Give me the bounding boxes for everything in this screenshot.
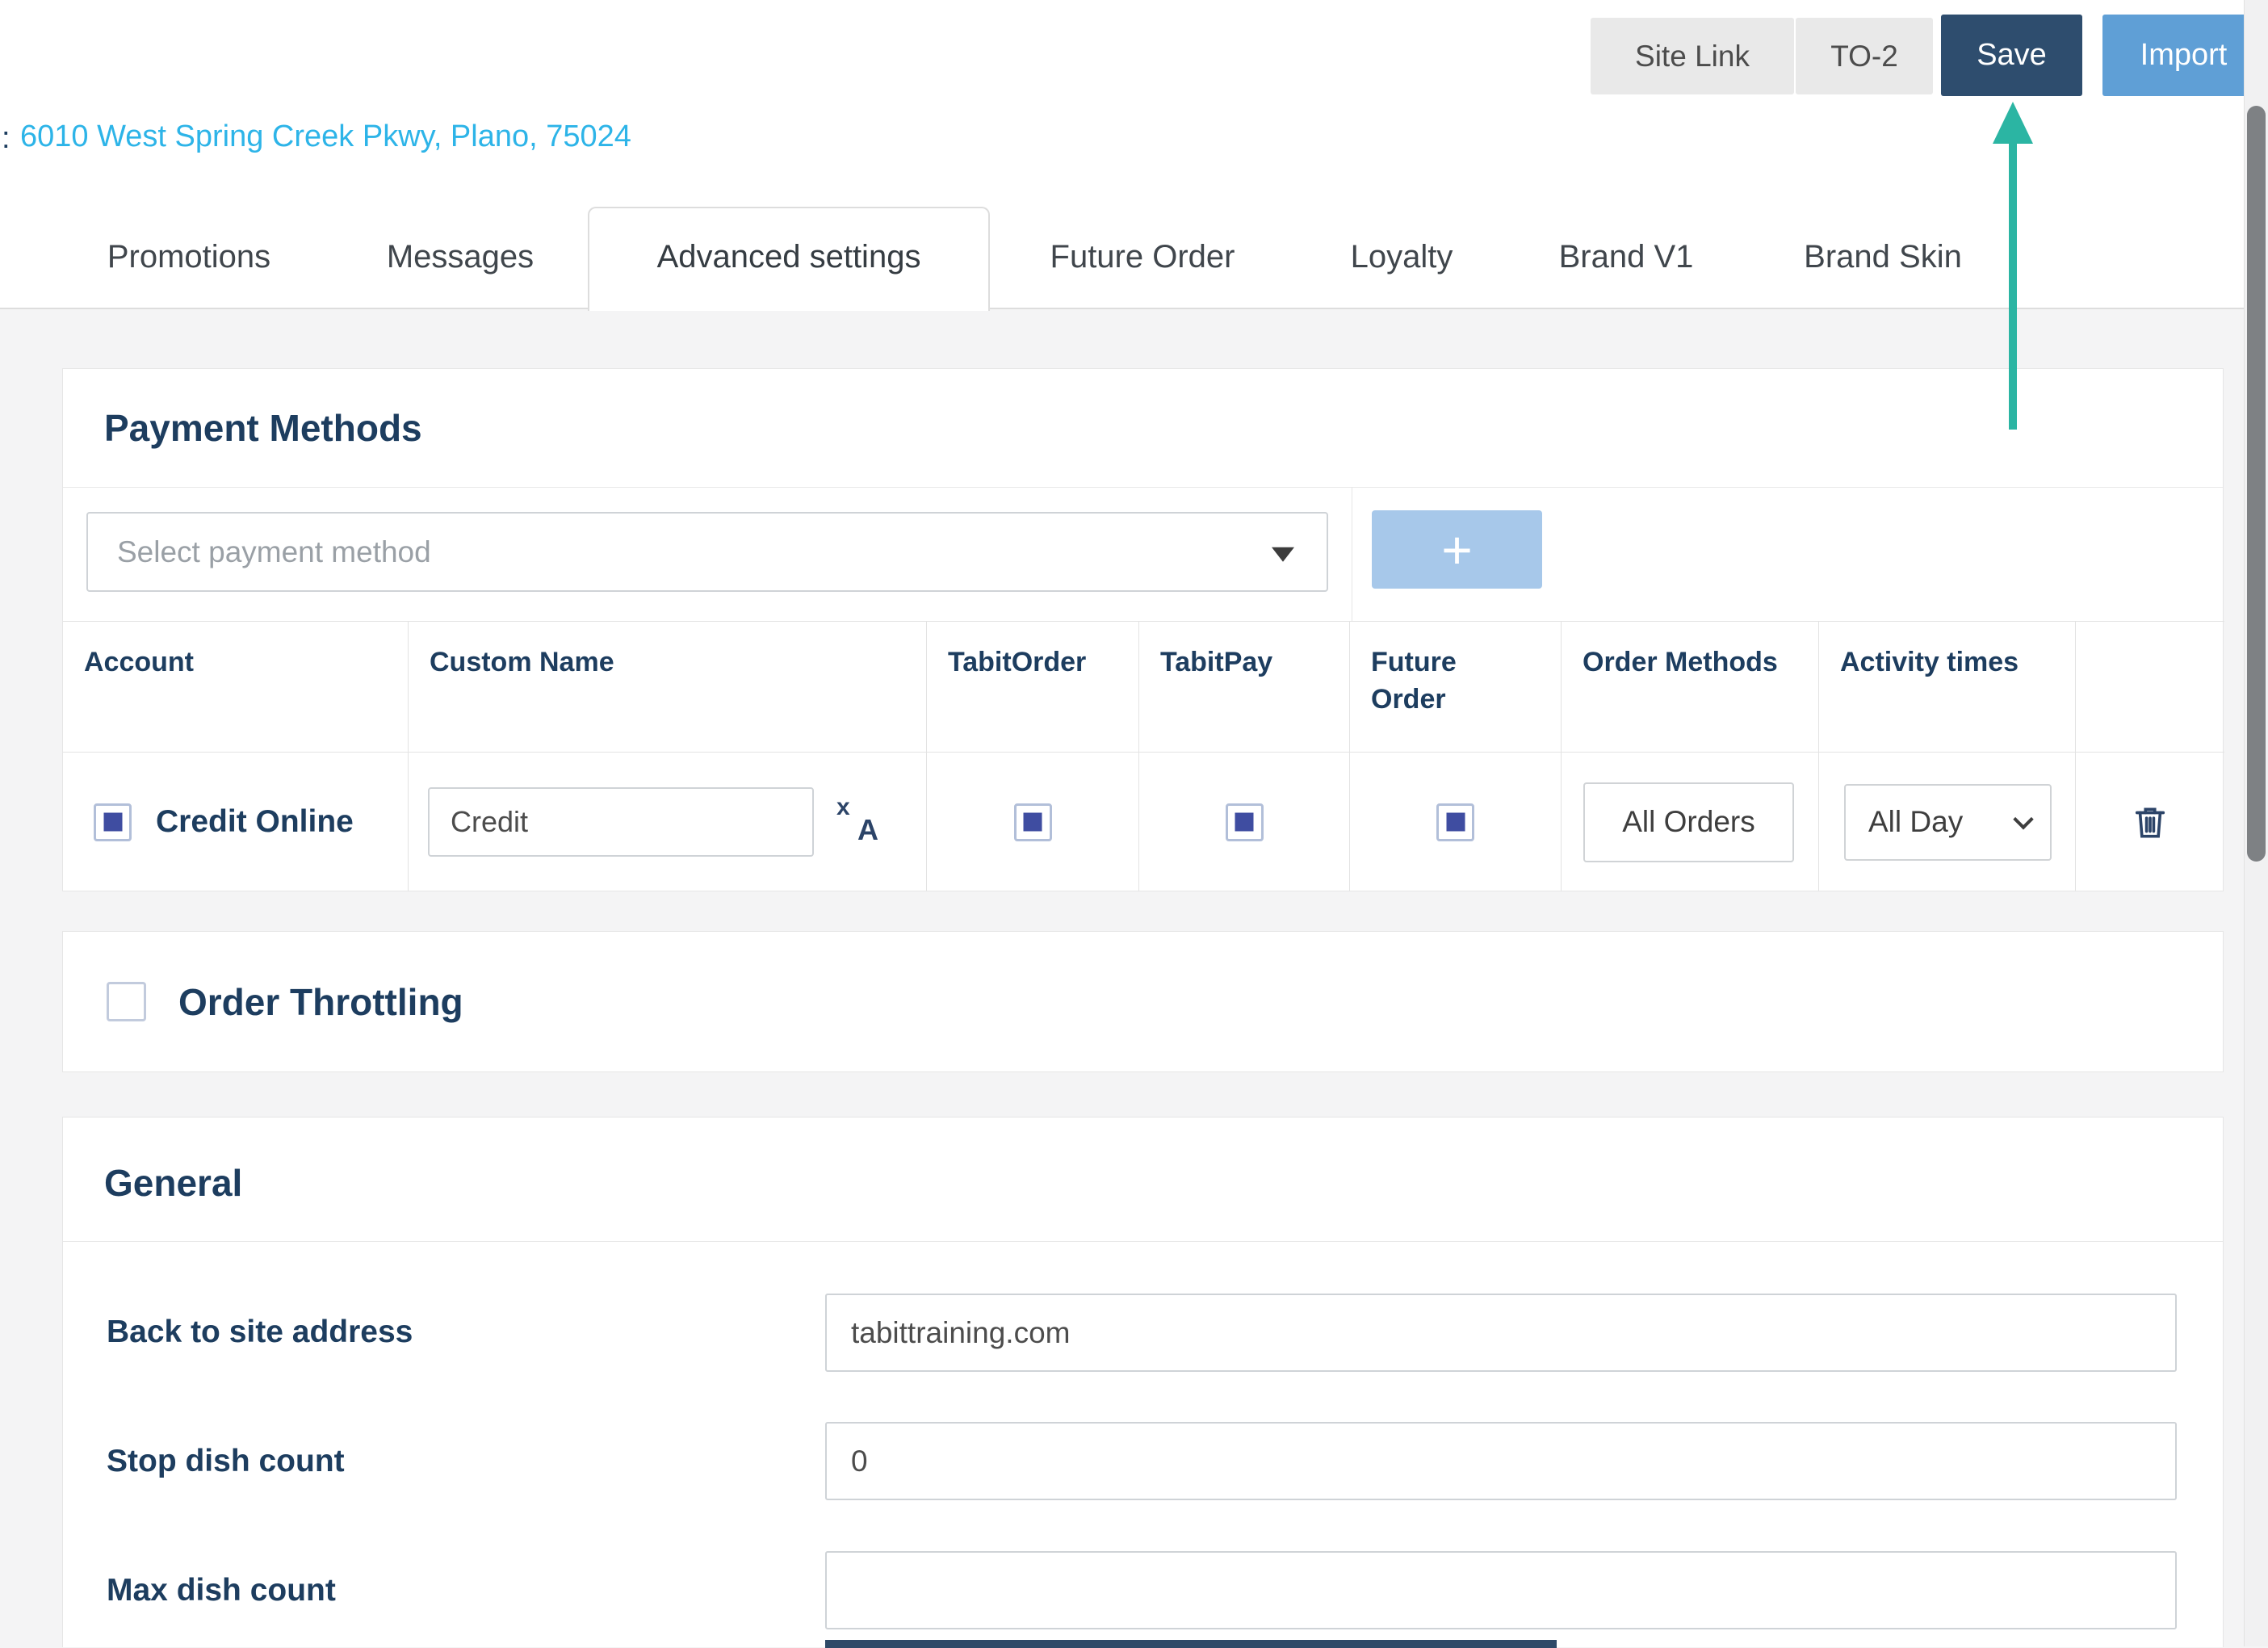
payment-method-placeholder: Select payment method	[117, 535, 431, 569]
save-button[interactable]: Save	[1941, 15, 2082, 96]
table-row-activity-times-cell: All Day	[1819, 753, 2076, 891]
order-throttling-card: Order Throttling	[62, 931, 2224, 1072]
tab-future-order[interactable]: Future Order	[1050, 239, 1235, 275]
divider	[63, 1241, 2223, 1242]
account-name-label: Credit Online	[156, 804, 354, 840]
add-payment-method-button[interactable]: +	[1372, 510, 1542, 589]
translate-icon-a: A	[857, 813, 878, 847]
translate-icon[interactable]: x A	[836, 800, 880, 844]
address-label-fragment: :	[2, 121, 10, 156]
max-dish-count-input[interactable]	[825, 1551, 2177, 1629]
order-throttling-title: Order Throttling	[178, 980, 463, 1024]
column-header-actions	[2076, 622, 2224, 753]
column-header-custom-name: Custom Name	[409, 622, 927, 753]
site-link-button[interactable]: Site Link	[1591, 18, 1794, 94]
to-2-button[interactable]: TO-2	[1796, 18, 1933, 94]
partially-visible-element	[825, 1640, 1557, 1648]
table-row-tabitpay-cell	[1139, 753, 1350, 891]
divider	[63, 487, 2223, 488]
tab-brand-v1[interactable]: Brand V1	[1559, 239, 1694, 275]
general-title: General	[104, 1161, 242, 1205]
max-dish-count-label: Max dish count	[107, 1573, 336, 1608]
order-methods-button[interactable]: All Orders	[1583, 782, 1794, 862]
back-to-site-address-input[interactable]	[825, 1294, 2177, 1372]
tab-promotions[interactable]: Promotions	[107, 239, 270, 275]
general-card: General Back to site address Stop dish c…	[62, 1117, 2224, 1647]
table-row-account-cell: Credit Online	[63, 753, 409, 891]
credit-online-checkbox[interactable]	[94, 803, 132, 841]
column-header-activity-times: Activity times	[1819, 622, 2076, 753]
tabitorder-checkbox[interactable]	[1014, 803, 1052, 841]
column-header-order-methods: Order Methods	[1562, 622, 1819, 753]
trash-icon[interactable]	[2132, 803, 2169, 841]
column-header-tabitorder: TabitOrder	[927, 622, 1139, 753]
payment-method-select[interactable]: Select payment method	[86, 512, 1328, 592]
stop-dish-count-label: Stop dish count	[107, 1444, 345, 1479]
address-link[interactable]: 6010 West Spring Creek Pkwy, Plano, 7502…	[20, 120, 631, 154]
tab-advanced-settings[interactable]: Advanced settings	[657, 239, 921, 275]
table-row-future-order-cell	[1350, 753, 1562, 891]
future-order-checkbox[interactable]	[1436, 803, 1474, 841]
column-header-tabitpay: TabitPay	[1139, 622, 1350, 753]
chevron-down-icon	[1272, 547, 1294, 561]
stop-dish-count-input[interactable]	[825, 1422, 2177, 1500]
order-throttling-checkbox[interactable]	[107, 982, 146, 1021]
tabitpay-checkbox[interactable]	[1226, 803, 1264, 841]
table-row-tabitorder-cell	[927, 753, 1139, 891]
tab-brand-skin[interactable]: Brand Skin	[1804, 239, 1962, 275]
table-row-order-methods-cell: All Orders	[1562, 753, 1819, 891]
activity-times-value: All Day	[1868, 805, 1963, 839]
chevron-down-icon	[2013, 809, 2033, 829]
translate-icon-x: x	[836, 794, 850, 821]
payment-methods-card: Payment Methods Select payment method + …	[62, 368, 2224, 891]
tab-loyalty[interactable]: Loyalty	[1351, 239, 1453, 275]
import-button[interactable]: Import	[2102, 15, 2265, 96]
column-header-future-order: Future Order	[1350, 622, 1562, 753]
tab-messages[interactable]: Messages	[387, 239, 534, 275]
scrollbar-thumb[interactable]	[2247, 106, 2266, 862]
custom-name-input[interactable]	[428, 787, 814, 857]
back-to-site-address-label: Back to site address	[107, 1315, 413, 1350]
tabbar-divider	[0, 308, 2268, 309]
table-row-custom-name-cell: x A	[409, 753, 927, 891]
payment-methods-table: Account Custom Name TabitOrder TabitPay …	[63, 621, 2224, 891]
table-row-actions-cell	[2076, 753, 2224, 891]
payment-methods-title: Payment Methods	[104, 406, 422, 450]
column-header-account: Account	[63, 622, 409, 753]
activity-times-select[interactable]: All Day	[1844, 784, 2052, 861]
